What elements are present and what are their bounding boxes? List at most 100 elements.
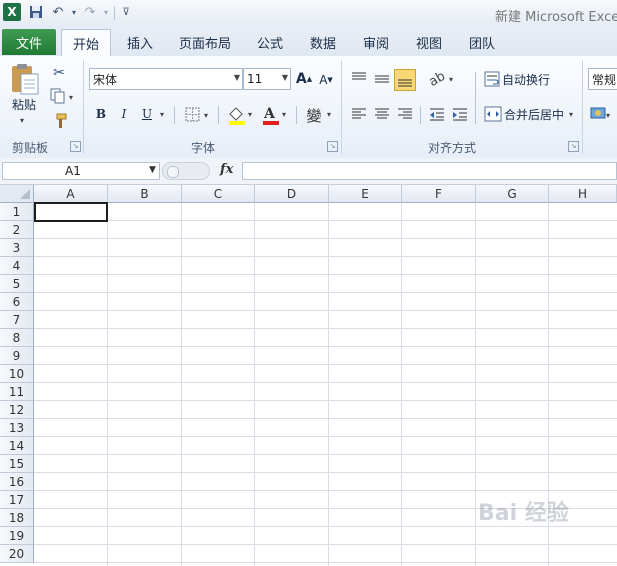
row-header-17[interactable]: 17 — [0, 491, 34, 509]
borders-icon[interactable]: ▾ — [184, 106, 212, 124]
font-color-icon[interactable]: A ▾ — [260, 104, 290, 126]
paste-dropdown-icon[interactable]: ▾ — [20, 116, 24, 125]
align-middle-icon[interactable] — [373, 70, 391, 88]
tab-data[interactable]: 数据 — [302, 29, 344, 55]
font-launcher-icon[interactable]: ↘ — [327, 141, 338, 152]
merge-center-button[interactable]: 合并后居中 — [504, 105, 568, 123]
font-name-value: 宋体 — [93, 72, 118, 87]
column-header-e[interactable]: E — [329, 185, 402, 203]
customize-toolbar-icon[interactable]: ⊽ — [118, 4, 134, 20]
column-header-d[interactable]: D — [255, 185, 329, 203]
row-header-13[interactable]: 13 — [0, 419, 34, 437]
phonetic-dropdown-icon[interactable]: ▾ — [327, 110, 331, 119]
column-header-b[interactable]: B — [108, 185, 182, 203]
row-header-16[interactable]: 16 — [0, 473, 34, 491]
toolbar-divider — [114, 6, 115, 20]
row-header-5[interactable]: 5 — [0, 275, 34, 293]
fill-color-icon[interactable]: ▾ — [226, 104, 256, 126]
tab-page-layout[interactable]: 页面布局 — [170, 29, 240, 55]
column-header-f[interactable]: F — [402, 185, 476, 203]
align-right-icon[interactable] — [396, 105, 414, 123]
select-all-corner[interactable] — [0, 185, 34, 203]
chevron-down-icon[interactable]: ▼ — [234, 73, 240, 82]
shrink-font-button[interactable]: A ▼ — [318, 71, 334, 89]
row-header-10[interactable]: 10 — [0, 365, 34, 383]
undo-dropdown-icon[interactable]: ▾ — [66, 4, 82, 20]
row-header-9[interactable]: 9 — [0, 347, 34, 365]
row-header-3[interactable]: 3 — [0, 239, 34, 257]
row-header-12[interactable]: 12 — [0, 401, 34, 419]
italic-button[interactable]: I — [116, 105, 132, 123]
tab-view[interactable]: 视图 — [408, 29, 450, 55]
merge-center-icon[interactable] — [484, 106, 502, 122]
row-header-19[interactable]: 19 — [0, 527, 34, 545]
save-icon[interactable] — [28, 4, 44, 20]
formula-bar-splitter[interactable] — [162, 162, 210, 180]
insert-function-icon[interactable]: fx — [220, 162, 238, 180]
tab-formulas[interactable]: 公式 — [250, 29, 290, 55]
orientation-dropdown-icon[interactable]: ▾ — [449, 75, 453, 84]
align-left-icon[interactable] — [350, 105, 368, 123]
chevron-down-icon[interactable]: ▼ — [282, 73, 288, 82]
row-header-1[interactable]: 1 — [0, 203, 34, 221]
chevron-down-icon[interactable]: ▼ — [149, 165, 156, 175]
row-header-8[interactable]: 8 — [0, 329, 34, 347]
redo-dropdown-icon[interactable]: ▾ — [98, 4, 114, 20]
row-header-14[interactable]: 14 — [0, 437, 34, 455]
underline-dropdown-icon[interactable]: ▾ — [160, 110, 164, 119]
merge-dropdown-icon[interactable]: ▾ — [569, 110, 573, 119]
excel-logo-icon[interactable]: X — [3, 3, 21, 21]
row-header-18[interactable]: 18 — [0, 509, 34, 527]
font-size-combo[interactable]: 11 ▼ — [243, 68, 291, 90]
format-painter-icon[interactable] — [50, 112, 68, 130]
tab-home[interactable]: 开始 — [61, 29, 111, 56]
formula-input[interactable] — [242, 162, 617, 180]
alignment-launcher-icon[interactable]: ↘ — [568, 141, 579, 152]
column-header-a[interactable]: A — [34, 185, 108, 203]
align-bottom-icon[interactable] — [394, 69, 416, 91]
svg-text:▾: ▾ — [69, 93, 73, 102]
clipboard-launcher-icon[interactable]: ↘ — [70, 141, 81, 152]
wrap-text-button[interactable]: 自动换行 — [502, 70, 562, 88]
paste-icon[interactable] — [8, 62, 42, 96]
underline-button[interactable]: U — [139, 105, 155, 123]
increase-indent-icon[interactable] — [451, 105, 469, 123]
phonetic-guide-icon[interactable]: 變 — [303, 104, 325, 126]
wrap-text-icon[interactable] — [484, 71, 500, 87]
name-box[interactable]: A1 ▼ — [2, 162, 160, 180]
column-header-h[interactable]: H — [549, 185, 617, 203]
paste-button[interactable]: 粘贴 — [8, 96, 40, 112]
row-header-15[interactable]: 15 — [0, 455, 34, 473]
column-header-g[interactable]: G — [476, 185, 549, 203]
name-box-value: A1 — [65, 164, 81, 178]
tab-file[interactable]: 文件 — [2, 29, 56, 55]
watermark-logo: Bai 经验 — [478, 501, 569, 526]
tab-review[interactable]: 审阅 — [355, 29, 397, 55]
row-header-4[interactable]: 4 — [0, 257, 34, 275]
decrease-indent-icon[interactable] — [428, 105, 446, 123]
align-top-icon[interactable] — [350, 70, 368, 88]
tab-insert[interactable]: 插入 — [118, 29, 162, 55]
number-format-combo[interactable]: 常规 — [588, 68, 617, 90]
tab-team[interactable]: 团队 — [460, 29, 504, 55]
font-name-combo[interactable]: 宋体 ▼ — [89, 68, 243, 90]
row-header-20[interactable]: 20 — [0, 545, 34, 563]
align-center-icon[interactable] — [373, 105, 391, 123]
group-divider — [582, 60, 583, 154]
row-header-7[interactable]: 7 — [0, 311, 34, 329]
bold-button[interactable]: B — [93, 105, 109, 123]
toolbar-divider — [174, 106, 175, 124]
column-header-c[interactable]: C — [182, 185, 255, 203]
accounting-format-icon[interactable]: ▾ — [590, 105, 612, 123]
redo-icon[interactable]: ↷ — [82, 4, 98, 20]
toolbar-divider — [420, 106, 421, 124]
grow-font-button[interactable]: A ▲ — [296, 70, 312, 88]
row-header-6[interactable]: 6 — [0, 293, 34, 311]
copy-icon[interactable]: ▾ — [50, 88, 76, 104]
active-cell-a1[interactable] — [34, 202, 108, 222]
row-header-11[interactable]: 11 — [0, 383, 34, 401]
row-header-2[interactable]: 2 — [0, 221, 34, 239]
undo-icon[interactable]: ↶ — [50, 4, 66, 20]
cut-icon[interactable]: ✂ — [50, 64, 68, 82]
number-format-value: 常规 — [592, 72, 617, 87]
